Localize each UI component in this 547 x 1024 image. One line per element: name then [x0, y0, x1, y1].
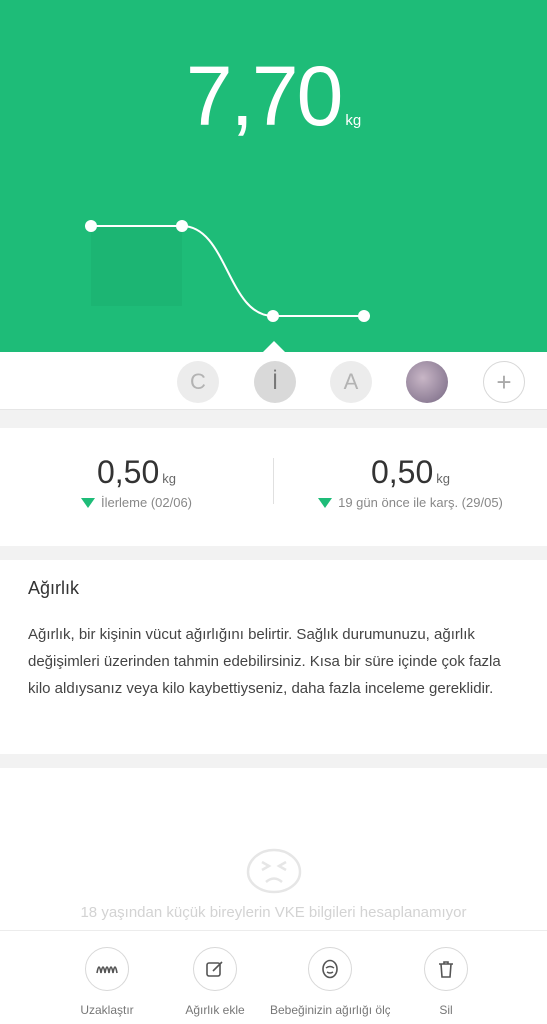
comparison-value: 0,50 [370, 454, 434, 490]
baby-weight-action[interactable]: Bebeğinizin ağırlığı ölçme [270, 947, 390, 1017]
add-weight-label: Ağırlık ekle [185, 1003, 245, 1017]
profile-avatar-c[interactable]: C [177, 361, 219, 403]
empty-state-message: 18 yaşından küçük bireylerin VKE bilgile… [80, 904, 467, 921]
progress-unit: kg [162, 471, 176, 486]
weight-info-card: Ağırlık Ağırlık, bir kişinin vücut ağırl… [0, 560, 547, 754]
info-title: Ağırlık [28, 578, 80, 598]
chart-area [91, 226, 182, 306]
trash-icon [439, 961, 453, 978]
info-body: Ağırlık, bir kişinin vücut ağırlığını be… [28, 626, 501, 697]
down-arrow-icon [318, 497, 333, 508]
selected-pointer [263, 341, 285, 352]
trend-point-1[interactable] [85, 220, 97, 232]
delete-label: Sil [439, 1003, 453, 1017]
progress-stat: 0,50 kg İlerleme (02/06) [0, 454, 273, 510]
trend-point-4[interactable] [358, 310, 370, 322]
bmi-empty-state: 18 yaşından küçük bireylerin VKE bilgile… [0, 768, 547, 930]
down-arrow-icon [80, 497, 95, 508]
weight-hero: 7,70 kg [0, 0, 547, 352]
zoom-out-label: Uzaklaştır [80, 1003, 134, 1017]
comparison-label: 19 gün önce ile karş. (29/05) [338, 495, 503, 510]
trend-point-2[interactable] [176, 220, 188, 232]
profile-selector: C İ A + [0, 341, 547, 410]
trend-point-3[interactable] [267, 310, 279, 322]
current-weight-unit: kg [345, 112, 362, 129]
baby-icon [322, 959, 338, 979]
progress-value: 0,50 [96, 454, 160, 490]
sad-face-icon [246, 848, 302, 894]
weight-trend-chart[interactable] [0, 180, 547, 330]
delete-action[interactable]: Sil [386, 947, 506, 1017]
comparison-unit: kg [436, 471, 450, 486]
weight-stats: 0,50 kg İlerleme (02/06) 0,50 kg 19 gün ön… [0, 428, 547, 546]
wave-icon [96, 966, 118, 974]
zoom-out-action[interactable]: Uzaklaştır [47, 947, 167, 1017]
baby-weight-label: Bebeğinizin ağırlığı ölçme [270, 1003, 390, 1017]
current-weight: 7,70 kg [0, 48, 547, 145]
bottom-action-bar: Uzaklaştır Ağırlık ekle Bebeğinizin ağır… [0, 930, 547, 1024]
profile-avatar-a[interactable]: A [330, 361, 372, 403]
edit-icon [206, 961, 223, 977]
comparison-stat: 0,50 kg 19 gün önce ile karş. (29/05) [274, 454, 547, 510]
add-profile-button[interactable]: + [483, 361, 525, 403]
add-weight-action[interactable]: Ağırlık ekle [155, 947, 275, 1017]
progress-label: İlerleme (02/06) [100, 495, 193, 510]
profile-avatar-photo[interactable] [406, 361, 448, 403]
current-weight-value: 7,70 [185, 49, 343, 143]
profile-avatar-i[interactable]: İ [254, 361, 296, 403]
